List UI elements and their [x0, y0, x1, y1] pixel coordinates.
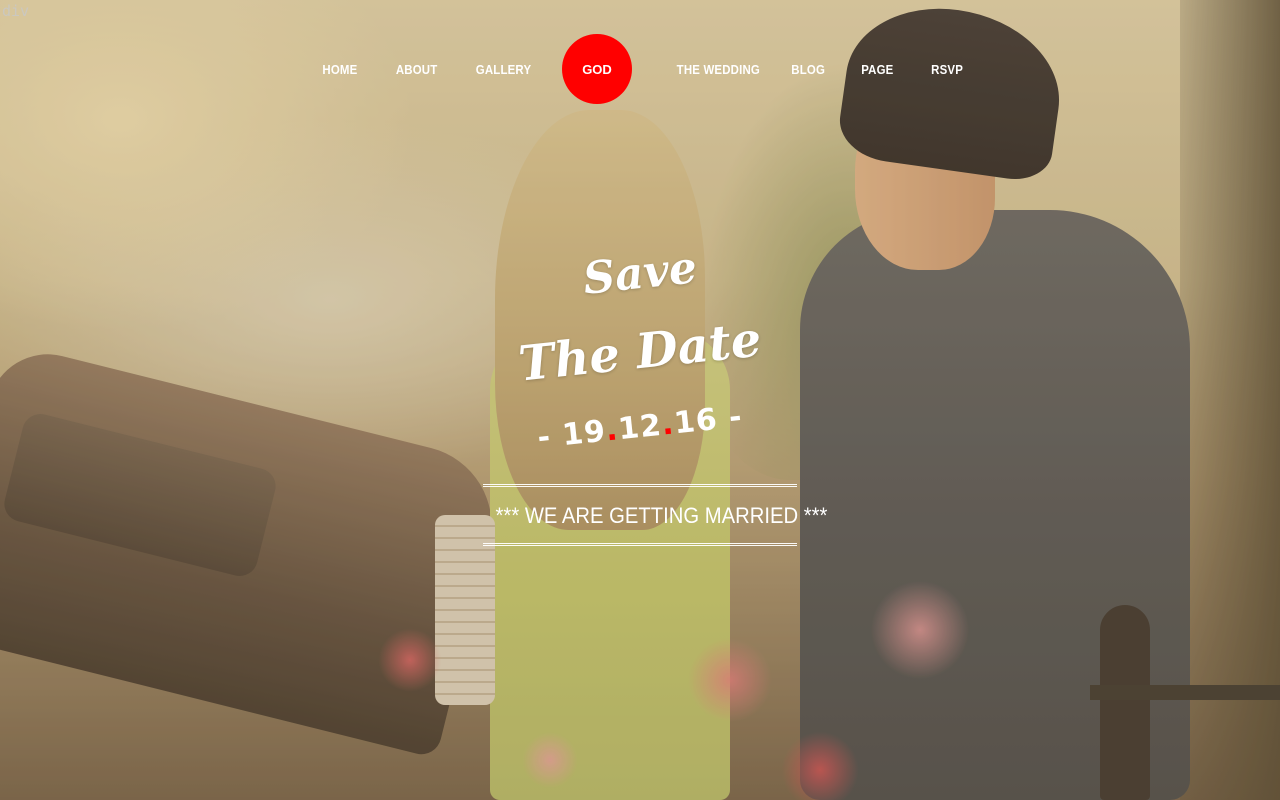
- date-year: 16: [672, 401, 720, 442]
- nav-logo[interactable]: GOD: [562, 34, 632, 104]
- debug-element-label: div: [2, 2, 30, 20]
- nav-item-gallery[interactable]: GALLERY: [476, 34, 531, 104]
- date-suffix: -: [715, 399, 745, 437]
- date-prefix: -: [535, 418, 565, 456]
- date-month: 12: [616, 407, 664, 448]
- date-day: 19: [560, 413, 608, 454]
- tagline-frame: *** WE ARE GETTING MARRIED ***: [483, 484, 828, 546]
- nav-item-the-wedding[interactable]: THE WEDDING: [677, 34, 760, 104]
- nav-item-home[interactable]: HOME: [322, 34, 357, 104]
- nav-item-page[interactable]: PAGE: [861, 34, 893, 104]
- nav-item-about[interactable]: ABOUT: [396, 34, 438, 104]
- tagline-text: *** WE ARE GETTING MARRIED ***: [495, 503, 828, 528]
- nav-item-rsvp[interactable]: RSVP: [931, 34, 963, 104]
- nav-item-blog[interactable]: BLOG: [791, 34, 825, 104]
- main-navigation: HOME ABOUT GALLERY GOD THE WEDDING BLOG …: [0, 34, 1280, 104]
